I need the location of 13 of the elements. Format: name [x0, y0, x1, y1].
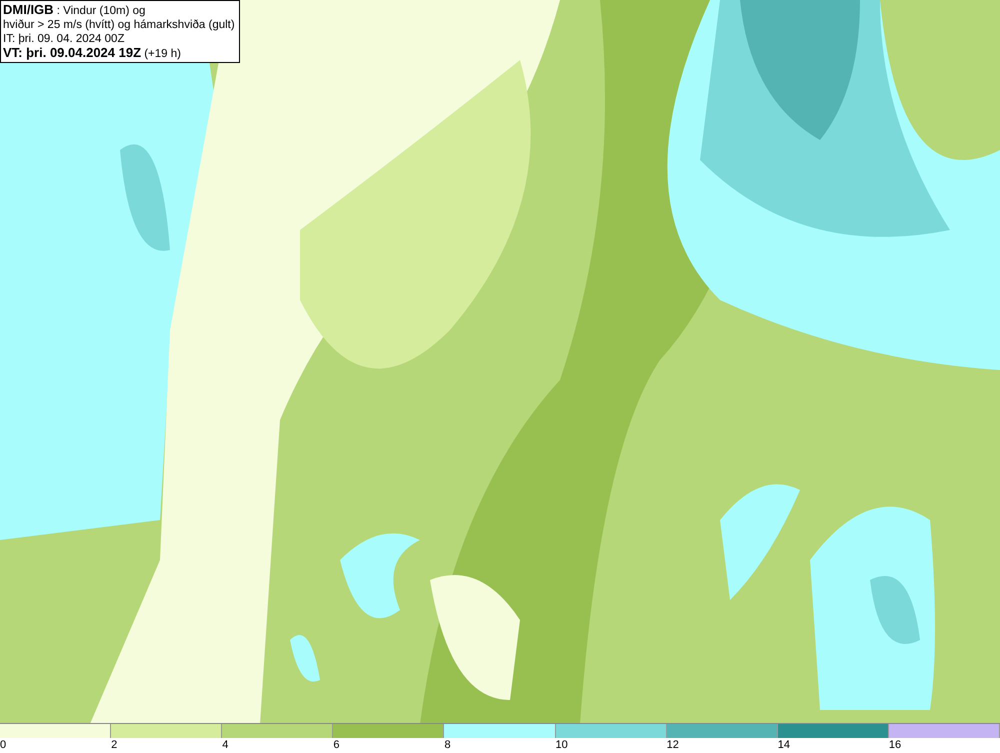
info-text: DMI/IGB : Vindur (10m) og: [3, 3, 146, 18]
info-text: IT: þri. 09. 04. 2024 00Z: [3, 32, 126, 46]
legend-label: 4: [222, 738, 228, 753]
legend-label: 8: [444, 738, 451, 753]
legend-label: 16: [888, 738, 902, 753]
legend-label: 0: [0, 738, 6, 753]
info-text: VT: þri. 09.04.2024 19Z (+19 h): [3, 46, 182, 61]
legend-label: 12: [666, 738, 679, 753]
legend-label: 14: [778, 738, 790, 753]
legend-label: 2: [111, 738, 118, 753]
legend-label: 6: [333, 738, 340, 753]
info-text: hviður > 25 m/s (hvítt) og hámarkshviða (gult): [3, 18, 235, 32]
legend-label: 10: [556, 738, 568, 753]
